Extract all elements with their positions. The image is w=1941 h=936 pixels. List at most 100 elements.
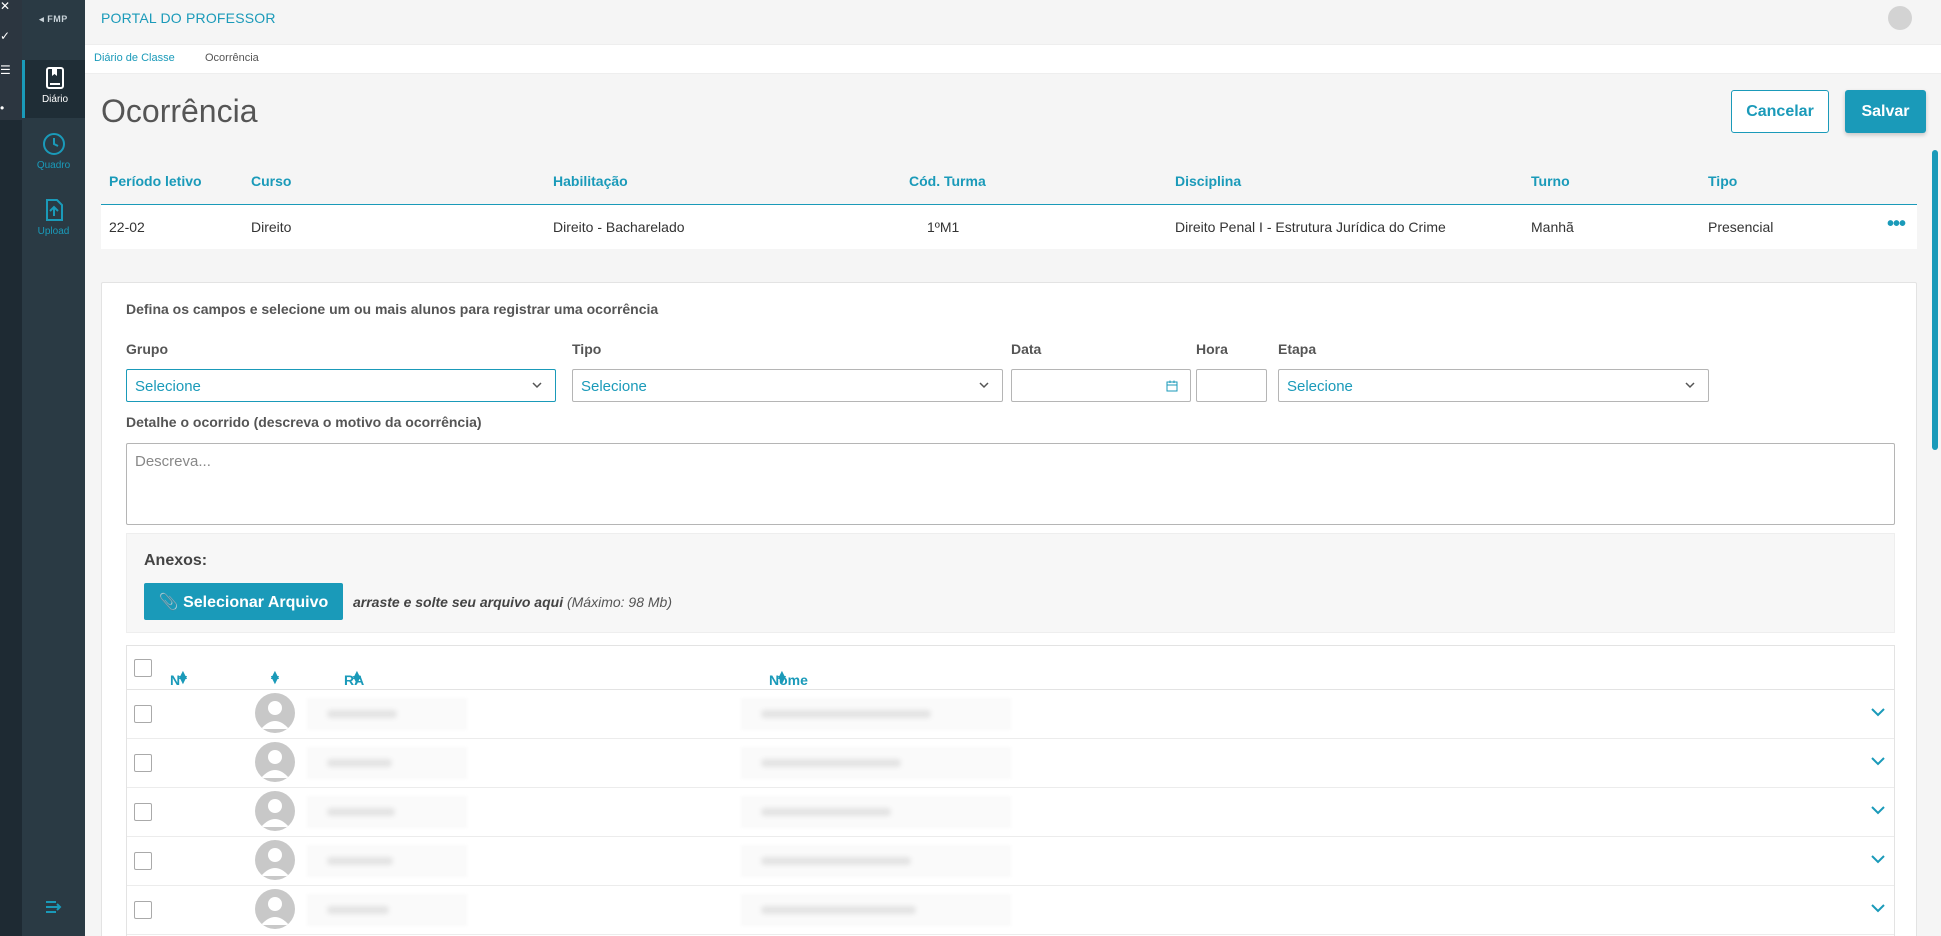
chevron-down-icon (1685, 382, 1695, 389)
etapa-select[interactable]: Selecione (1278, 369, 1709, 402)
select-file-button[interactable]: 📎 Selecionar Arquivo (144, 583, 343, 620)
sort-icon: ▲ ▼ (350, 666, 364, 687)
avatar (255, 791, 295, 831)
detalhe-label: Detalhe o ocorrido (descreva o motivo da… (126, 414, 482, 430)
col-disciplina: Disciplina (1175, 173, 1242, 189)
cell-curso: Direito (251, 219, 292, 235)
row-checkbox[interactable] (134, 803, 152, 821)
clock-icon (42, 133, 65, 155)
sidebar-item-label: Upload (37, 226, 70, 237)
chevron-down-icon (532, 382, 542, 389)
ra-redacted (307, 845, 467, 877)
upload-icon (45, 199, 63, 221)
expand-sidebar-icon[interactable] (22, 899, 85, 920)
table-row[interactable] (127, 788, 1894, 837)
nome-redacted (741, 894, 1011, 926)
size-limit: (Máximo: 98 Mb) (566, 594, 673, 610)
sidebar-item-label: Quadro (36, 160, 71, 171)
etapa-select-value: Selecione (1287, 378, 1353, 395)
cell-tipo: Presencial (1708, 219, 1774, 235)
cell-periodo: 22-02 (109, 219, 145, 235)
user-avatar[interactable] (1888, 6, 1912, 30)
sidebar-item-diario[interactable]: Diário (22, 60, 85, 118)
close-icon[interactable]: ✕ (0, 0, 10, 12)
drop-text: arraste e solte seu arquivo aqui (353, 594, 564, 610)
sidebar-item-label: Diário (41, 94, 69, 105)
sort-icon: ▲ ▼ (176, 666, 190, 687)
avatar (255, 840, 295, 880)
chevron-down-icon[interactable] (1870, 900, 1886, 916)
calendar-icon[interactable] (1166, 380, 1178, 392)
more-options-icon[interactable]: ••• (1887, 213, 1906, 236)
col-turno: Turno (1531, 173, 1570, 189)
app-title: PORTAL DO PROFESSOR (101, 10, 276, 26)
anexos-title: Anexos: (144, 552, 208, 569)
cancel-button[interactable]: Cancelar (1731, 90, 1829, 133)
detalhe-textarea[interactable]: Descreva... (126, 443, 1895, 525)
check-icon: ✓ (0, 29, 11, 43)
table-row[interactable] (127, 886, 1894, 935)
hora-label: Hora (1196, 341, 1228, 357)
chevron-down-icon[interactable] (1870, 704, 1886, 720)
chevron-down-icon[interactable] (1870, 802, 1886, 818)
cell-habilitacao: Direito - Bacharelado (553, 219, 685, 235)
hora-input[interactable] (1196, 369, 1267, 402)
paperclip-icon: 📎 (158, 593, 179, 611)
ra-redacted (307, 698, 467, 730)
nome-redacted (741, 747, 1011, 779)
ra-redacted (307, 747, 467, 779)
form-instructions: Defina os campos e selecione um ou mais … (126, 301, 659, 317)
students-table: Nº ▲ ▼ ▲ ▼ RA ▲ ▼ Nome ▲ ▼ (126, 645, 1895, 936)
breadcrumb: Diário de Classe Ocorrência (85, 44, 1941, 74)
menu-icon[interactable]: ☰ (0, 64, 11, 76)
drop-zone-text[interactable]: arraste e solte seu arquivo aqui (Máximo… (353, 594, 672, 610)
row-checkbox[interactable] (134, 754, 152, 772)
sidebar-item-quadro[interactable]: Quadro (22, 126, 85, 184)
row-checkbox[interactable] (134, 901, 152, 919)
detalhe-placeholder: Descreva... (135, 453, 211, 470)
data-input[interactable] (1011, 369, 1191, 402)
row-checkbox[interactable] (134, 705, 152, 723)
save-button[interactable]: Salvar (1845, 90, 1926, 133)
table-row[interactable] (127, 739, 1894, 788)
chevron-down-icon (979, 382, 989, 389)
col-curso: Curso (251, 173, 292, 189)
col-tipo: Tipo (1708, 173, 1738, 189)
avatar (255, 742, 295, 782)
nome-redacted (741, 796, 1011, 828)
info-table-row: 22-02 Direito Direito - Bacharelado 1ºM1… (101, 205, 1917, 249)
col-periodo: Período letivo (109, 173, 202, 189)
cell-turno: Manhã (1531, 219, 1574, 235)
ocorrencia-form-card: Defina os campos e selecione um ou mais … (101, 282, 1917, 936)
sort-icon: ▲ ▼ (268, 666, 282, 687)
table-row[interactable] (127, 837, 1894, 886)
etapa-label: Etapa (1278, 341, 1317, 357)
sidebar-item-upload[interactable]: Upload (22, 192, 85, 250)
ra-redacted (307, 894, 467, 926)
cell-disciplina: Direito Penal I - Estrutura Jurídica do … (1175, 219, 1446, 235)
select-file-label: Selecionar Arquivo (183, 593, 329, 611)
avatar (255, 889, 295, 929)
grupo-select[interactable]: Selecione (126, 369, 556, 402)
table-row[interactable] (127, 690, 1894, 739)
sort-icon: ▲ ▼ (775, 666, 789, 687)
os-side-strip: ✕ ✓ ☰ • (0, 0, 22, 936)
select-all-checkbox[interactable] (134, 659, 152, 677)
page-title: Ocorrência (101, 93, 258, 129)
tipo-label: Tipo (572, 341, 602, 357)
col-cod-turma: Cód. Turma (909, 173, 986, 189)
tipo-select-value: Selecione (581, 378, 647, 395)
row-checkbox[interactable] (134, 852, 152, 870)
tipo-select[interactable]: Selecione (572, 369, 1003, 402)
sidebar: ◂ FMP Diário Quadro Upload (22, 0, 85, 936)
data-label: Data (1011, 341, 1042, 357)
chevron-down-icon[interactable] (1870, 753, 1886, 769)
breadcrumb-diario[interactable]: Diário de Classe (94, 52, 175, 64)
chevron-down-icon[interactable] (1870, 851, 1886, 867)
nome-redacted (741, 845, 1011, 877)
grupo-select-value: Selecione (135, 378, 201, 395)
nome-redacted (741, 698, 1011, 730)
info-table-header: Período letivo Curso Habilitação Cód. Tu… (101, 160, 1917, 205)
page-scrollbar[interactable] (1932, 150, 1938, 450)
dot-icon: • (0, 101, 5, 115)
